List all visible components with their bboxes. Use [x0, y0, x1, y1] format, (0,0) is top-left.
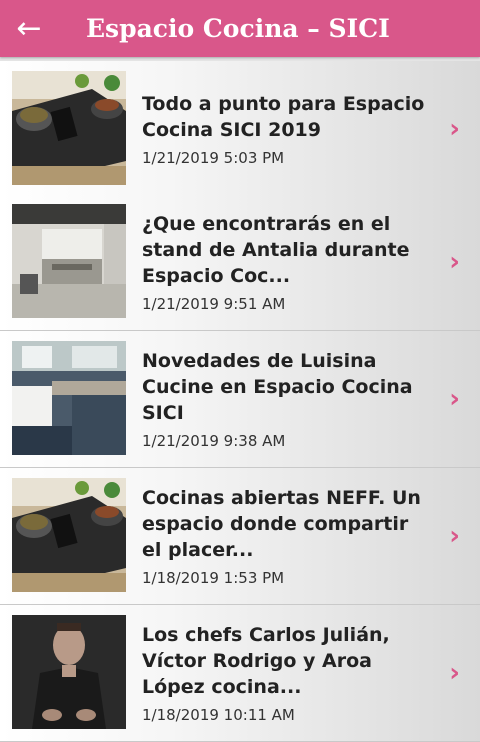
article-date: 1/18/2019 10:11 AM: [142, 706, 295, 724]
article-list: Todo a punto para Espacio Cocina SICI 20…: [0, 57, 480, 742]
list-item[interactable]: ¿Que encontrarás en el stand de Antalia …: [0, 194, 480, 331]
cooktop-thumbnail: [12, 71, 126, 185]
list-item[interactable]: Los chefs Carlos Julián, Víctor Rodrigo …: [0, 605, 480, 742]
cooktop-thumbnail: [12, 478, 126, 592]
article-date: 1/21/2019 9:38 AM: [142, 432, 286, 450]
list-item[interactable]: Novedades de Luisina Cucine en Espacio C…: [0, 331, 480, 468]
chevron-right-icon: ›: [449, 384, 460, 414]
chevron-right-icon: ›: [449, 521, 460, 551]
chevron-right-icon: ›: [449, 658, 460, 688]
chevron-right-icon: ›: [449, 114, 460, 144]
article-title: ¿Que encontrarás en el stand de Antalia …: [142, 213, 410, 287]
article-title: Novedades de Luisina Cucine en Espacio C…: [142, 350, 413, 424]
article-title: Los chefs Carlos Julián, Víctor Rodrigo …: [142, 624, 390, 698]
article-title: Cocinas abiertas NEFF. Un espacio donde …: [142, 487, 421, 561]
list-item[interactable]: Todo a punto para Espacio Cocina SICI 20…: [0, 61, 480, 198]
article-date: 1/21/2019 9:51 AM: [142, 295, 286, 313]
app-header: ← Espacio Cocina – SICI: [0, 0, 480, 57]
kitchen-interior-thumbnail: [12, 204, 126, 318]
page-title: Espacio Cocina – SICI: [86, 14, 390, 43]
article-date: 1/18/2019 1:53 PM: [142, 569, 285, 587]
article-title: Todo a punto para Espacio Cocina SICI 20…: [142, 93, 425, 141]
chef-thumbnail: [12, 615, 126, 729]
kitchen-sink-thumbnail: [12, 341, 126, 455]
chevron-right-icon: ›: [449, 247, 460, 277]
article-date: 1/21/2019 5:03 PM: [142, 149, 285, 167]
back-arrow-icon[interactable]: ←: [0, 0, 58, 57]
list-item[interactable]: Cocinas abiertas NEFF. Un espacio donde …: [0, 468, 480, 605]
